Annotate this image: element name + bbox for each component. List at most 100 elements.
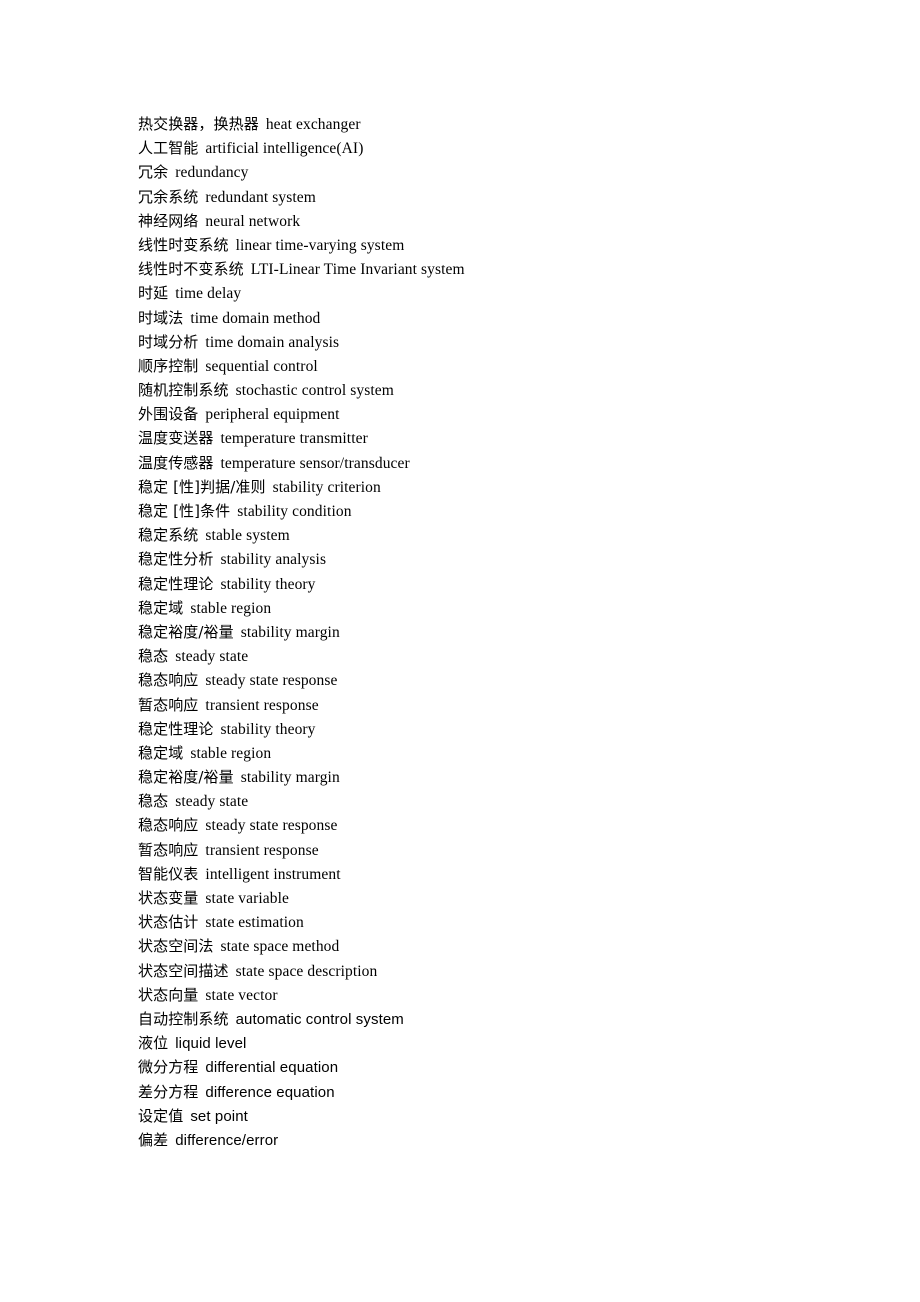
glossary-entry: 暂态响应 transient response	[138, 693, 878, 717]
glossary-gloss: redundant system	[205, 188, 316, 206]
glossary-gloss: temperature sensor/transducer	[220, 454, 410, 472]
glossary-gloss: steady state	[175, 648, 249, 666]
glossary-term: 状态估计	[138, 913, 199, 932]
glossary-gloss: state variable	[205, 890, 289, 907]
glossary-gloss: neural network	[205, 212, 301, 230]
glossary-gloss: peripheral equipment	[205, 406, 340, 424]
glossary-gloss: linear time-varying system	[235, 236, 405, 254]
glossary-entry: 稳定域 stable region	[138, 596, 878, 620]
glossary-term: 神经网络	[138, 211, 199, 230]
glossary-term: 状态空间法	[138, 937, 214, 956]
glossary-entry: 稳态 steady state	[138, 644, 878, 668]
glossary-entry: 稳定系统 stable system	[138, 523, 878, 547]
glossary-entry: 状态空间描述 state space description	[138, 959, 878, 983]
glossary-gloss: sequential control	[205, 357, 318, 375]
glossary-term: 随机控制系统	[138, 381, 229, 400]
glossary-gloss: time domain method	[190, 309, 321, 327]
glossary-gloss: stability margin	[240, 623, 340, 641]
glossary-entry: 微分方程 differential equation	[138, 1055, 878, 1079]
glossary-gloss: differential equation	[205, 1059, 339, 1077]
glossary-gloss: time domain analysis	[205, 333, 340, 351]
glossary-gloss: stability theory	[220, 575, 316, 593]
glossary-entry: 自动控制系统 automatic control system	[138, 1007, 878, 1031]
glossary-gloss: state space method	[220, 938, 340, 956]
glossary-gloss: stable region	[190, 599, 272, 617]
glossary-term: 稳定 [性]条件	[138, 502, 231, 520]
glossary-entry: 状态向量 state vector	[138, 983, 878, 1007]
glossary-term: 稳定 [性]判据/准则	[138, 477, 266, 496]
glossary-term: 状态向量	[138, 985, 199, 1004]
glossary-gloss: automatic control system	[235, 1010, 404, 1028]
glossary-term: 稳定性理论	[138, 574, 214, 593]
glossary-entry: 稳定性分析 stability analysis	[138, 547, 878, 571]
glossary-entry: 稳态响应 steady state response	[138, 813, 878, 837]
glossary-entry: 状态估计 state estimation	[138, 910, 878, 934]
glossary-entry: 智能仪表 intelligent instrument	[138, 862, 878, 886]
glossary-gloss: difference/error	[175, 1131, 279, 1149]
glossary-entry: 时域法 time domain method	[138, 306, 878, 330]
glossary-entry: 状态变量 state variable	[138, 886, 878, 910]
glossary-gloss: state space description	[235, 962, 378, 980]
glossary-term: 状态空间描述	[138, 961, 229, 980]
glossary-entry: 稳定裕度/裕量 stability margin	[138, 765, 878, 789]
glossary-term: 冗余	[138, 163, 169, 182]
glossary-entry: 偏差 difference/error	[138, 1128, 878, 1152]
glossary-entry: 线性时不变系统 LTI-Linear Time Invariant system	[138, 257, 878, 281]
glossary-term: 稳定系统	[138, 526, 199, 545]
glossary-entry: 温度变送器 temperature transmitter	[138, 426, 878, 450]
glossary-term: 状态变量	[138, 889, 199, 907]
glossary-term: 稳定裕度/裕量	[138, 622, 234, 641]
glossary-entry: 温度传感器 temperature sensor/transducer	[138, 451, 878, 475]
glossary-entry: 设定值 set point	[138, 1104, 878, 1128]
glossary-gloss: stability condition	[237, 503, 352, 520]
glossary-term: 暂态响应	[138, 840, 199, 859]
glossary-entry: 冗余 redundancy	[138, 160, 878, 184]
glossary-term: 热交换器，换热器	[138, 115, 259, 133]
glossary-gloss: temperature transmitter	[220, 430, 368, 448]
glossary-term: 稳态响应	[138, 816, 199, 835]
glossary-gloss: state estimation	[205, 914, 304, 932]
glossary-term: 稳定域	[138, 743, 184, 762]
glossary-entry: 时延 time delay	[138, 281, 878, 305]
glossary-entry: 外围设备 peripheral equipment	[138, 402, 878, 426]
document-page: 热交换器，换热器 heat exchanger 人工智能 artificial int…	[0, 0, 920, 1302]
glossary-term: 稳定性理论	[138, 719, 214, 738]
glossary-term: 设定值	[138, 1106, 184, 1125]
glossary-term: 偏差	[138, 1130, 169, 1149]
glossary-term: 人工智能	[138, 139, 199, 158]
glossary-entry: 稳定裕度/裕量 stability margin	[138, 620, 878, 644]
glossary-entry: 冗余系统 redundant system	[138, 185, 878, 209]
glossary-entry: 暂态响应 transient response	[138, 838, 878, 862]
glossary-gloss: artificial intelligence(AI)	[205, 140, 364, 158]
glossary-term: 稳态响应	[138, 671, 199, 690]
glossary-term: 线性时不变系统	[138, 260, 244, 279]
glossary-term: 线性时变系统	[138, 235, 229, 254]
glossary-term: 差分方程	[138, 1082, 199, 1101]
glossary-entry: 时域分析 time domain analysis	[138, 330, 878, 354]
glossary-term: 时延	[138, 284, 169, 303]
glossary-term: 稳定裕度/裕量	[138, 768, 234, 787]
glossary-gloss: stability theory	[220, 720, 316, 738]
glossary-gloss: heat exchanger	[265, 116, 361, 133]
glossary-entry: 稳态响应 steady state response	[138, 668, 878, 692]
glossary-term: 外围设备	[138, 405, 199, 424]
glossary-entry: 稳定域 stable region	[138, 741, 878, 765]
glossary-entry: 热交换器，换热器 heat exchanger	[138, 112, 878, 136]
glossary-entry: 差分方程 difference equation	[138, 1080, 878, 1104]
glossary-term: 液位	[138, 1034, 169, 1053]
glossary-gloss: state vector	[205, 986, 278, 1004]
glossary-gloss: transient response	[205, 696, 319, 714]
glossary-gloss: stochastic control system	[235, 382, 394, 400]
glossary-entry: 神经网络 neural network	[138, 209, 878, 233]
glossary-gloss: transient response	[205, 841, 319, 859]
glossary-gloss: difference equation	[205, 1083, 335, 1101]
glossary-gloss: steady state response	[205, 817, 338, 835]
glossary-term: 智能仪表	[138, 864, 199, 883]
glossary-entry: 液位 liquid level	[138, 1031, 878, 1055]
glossary-gloss: redundancy	[175, 164, 249, 182]
glossary-gloss: steady state response	[205, 672, 338, 690]
glossary-gloss: liquid level	[175, 1035, 247, 1053]
glossary-term: 顺序控制	[138, 356, 199, 375]
glossary-term: 暂态响应	[138, 695, 199, 714]
glossary-entry: 顺序控制 sequential control	[138, 354, 878, 378]
